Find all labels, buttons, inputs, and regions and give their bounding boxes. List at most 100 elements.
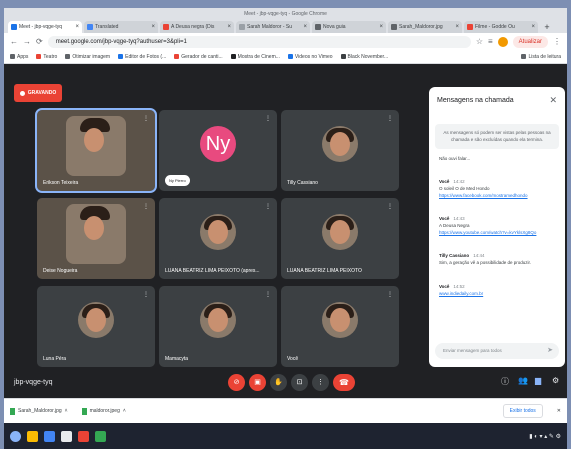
tab-strip: Meet - jbp-vqge-tyq × Translated × A Deusa n… (4, 20, 567, 33)
participant-tile[interactable]: Deise Nogueira ⋮ (37, 198, 155, 279)
bookmark-item[interactable]: Videos no Vimeo (287, 53, 333, 60)
bookmark-item[interactable]: Apps (10, 54, 28, 60)
chat-time: 14:44 (473, 253, 485, 258)
chat-message: Você 14:52 www.indiedaily.com.br (439, 283, 557, 297)
bookmark-item[interactable]: Gerador de canti... (174, 53, 223, 60)
forward-icon[interactable]: → (23, 37, 31, 46)
chat-sender-name: Você (439, 284, 450, 289)
participant-tile[interactable]: LUANA BEATRIZ LIMA PEIXOTO ⋮ (281, 198, 399, 279)
browser-tab[interactable]: Sarah Maldoror - Su × (236, 21, 310, 33)
participant-avatar (322, 126, 358, 163)
extensions-icon[interactable]: ≡ (488, 37, 493, 46)
tab-close-icon[interactable]: × (531, 24, 535, 30)
launcher-icon[interactable] (10, 430, 21, 442)
store-icon[interactable] (61, 430, 72, 442)
avatar-face (208, 220, 228, 245)
tab-close-icon[interactable]: × (227, 24, 231, 30)
participant-tile[interactable]: Ny Ny Pierro ⋮ (159, 110, 277, 191)
participant-tile[interactable]: Erikson Teixeira ⋮ (35, 108, 157, 193)
mic-off-button[interactable]: ⊘ (228, 374, 245, 391)
participant-tile[interactable]: LUANA BEATRIZ LIMA PEIXOTO (apres... ⋮ (159, 198, 277, 279)
present-button[interactable]: ⊡ (291, 374, 308, 391)
chevron-up-icon[interactable]: ˄ (65, 408, 68, 414)
tab-close-icon[interactable]: × (75, 24, 79, 30)
bookmark-label: Black November... (347, 53, 389, 60)
chat-icon[interactable]: ▆ (535, 376, 541, 385)
system-tray[interactable]: ▮ ◐ ▾ ▴ ✎ ⚙ (529, 433, 561, 440)
url-field[interactable]: meet.google.com/jbp-vqge-tyq?authuser=3&… (47, 35, 471, 48)
reload-icon[interactable]: ⟳ (36, 37, 43, 46)
bookmark-icon (287, 54, 293, 59)
tab-close-icon[interactable]: × (151, 24, 155, 30)
avatar-face (330, 220, 350, 245)
image-file-icon (10, 407, 15, 415)
browser-tab[interactable]: A Deusa negra (Dis × (160, 21, 234, 33)
mic-icon: ⋮ (265, 204, 271, 210)
new-tab-button[interactable]: + (540, 21, 554, 33)
download-item[interactable]: Sarah_Maldoror.jpg ˄ (10, 407, 68, 415)
participant-name: Mamacyta (165, 356, 189, 362)
bookmark-item[interactable]: Otimizar imagem (65, 54, 110, 60)
files-icon[interactable] (27, 430, 38, 442)
participant-name: LUANA BEATRIZ LIMA PEIXOTO (apres... (165, 268, 260, 274)
close-downloads-icon[interactable]: ✕ (557, 408, 561, 414)
participant-initial-avatar: Ny (200, 126, 236, 163)
chat-link[interactable]: https://www.youtube.com/watch?v=kvYklsXg… (439, 229, 557, 236)
chat-sender-name: Você (439, 216, 450, 221)
bookmark-item[interactable]: Mostra de Cinem... (230, 54, 280, 60)
participant-name-chip: Ny Pierro (165, 175, 190, 186)
browser-tab[interactable]: Nova guia × (312, 21, 386, 33)
tray-icons: ▮ ◐ ▾ ▴ ✎ ⚙ (529, 433, 561, 440)
browser-tab[interactable]: Sarah_Maldoror.jpg × (388, 21, 462, 33)
bookmark-label: Videos no Vimeo (294, 53, 333, 60)
mic-icon: ⋮ (387, 116, 393, 122)
people-icon[interactable]: 👥 (518, 376, 528, 385)
tab-close-icon[interactable]: × (379, 24, 383, 30)
tab-favicon-icon (239, 24, 245, 30)
participant-avatar (66, 204, 126, 265)
send-icon[interactable]: ➤ (547, 346, 553, 354)
avatar-face (84, 128, 104, 153)
avatar-face (330, 132, 350, 157)
activities-icon[interactable]: ⚙ (552, 376, 559, 385)
back-icon[interactable]: ← (10, 37, 18, 46)
bookmark-item[interactable]: Teatro (36, 54, 57, 60)
camera-off-button[interactable]: ▣ (249, 374, 266, 391)
close-icon[interactable]: ✕ (549, 95, 557, 106)
tab-close-icon[interactable]: × (303, 24, 307, 30)
chevron-up-icon[interactable]: ˄ (123, 408, 126, 414)
bookmark-item[interactable]: Lista de leitura (521, 54, 561, 60)
bookmark-item[interactable]: Black November... (340, 53, 389, 60)
tab-favicon-icon (391, 24, 397, 30)
browser-tab[interactable]: Meet - jbp-vqge-tyq × (8, 21, 82, 33)
tab-label: Nova guia (323, 24, 346, 30)
star-icon[interactable]: ☆ (476, 37, 483, 46)
raise-hand-button[interactable]: ✋ (270, 374, 287, 391)
participant-tile[interactable]: Mamacyta ⋮ (159, 286, 277, 367)
browser-tab[interactable]: Translated × (84, 21, 158, 33)
avatar-face (86, 308, 106, 333)
chat-link[interactable]: https://www.facebook.com/mostramedhondo (439, 192, 557, 199)
chat-text: Sim, a geração vê a possibilidade de pro… (439, 260, 532, 265)
tab-close-icon[interactable]: × (455, 24, 459, 30)
sheets-icon[interactable] (95, 430, 106, 442)
browser-tab[interactable]: Filme - Godde Ou × (464, 21, 538, 33)
bookmark-item[interactable]: Editor de Fotos (... (118, 54, 166, 60)
download-item[interactable]: maldoror.jpeg ˄ (81, 407, 126, 415)
more-options-button[interactable]: ⋮ (312, 374, 329, 391)
participant-tile[interactable]: Você ⋮ (281, 286, 399, 367)
profile-avatar[interactable] (497, 36, 508, 47)
participant-tile[interactable]: Luna Péra ⋮ (37, 286, 155, 367)
bookmark-label: Gerador de canti... (181, 53, 223, 60)
participant-tile[interactable]: Tilly Cassiano ⋮ (281, 110, 399, 191)
chat-link[interactable]: www.indiedaily.com.br (439, 290, 557, 297)
leave-call-button[interactable]: ☎ (333, 374, 355, 391)
bookmark-label: Apps (17, 53, 29, 60)
chat-input[interactable]: Enviar mensagem para todos (435, 343, 559, 359)
info-icon[interactable]: ⓘ (501, 376, 509, 387)
update-button[interactable]: Atualizar (512, 35, 548, 48)
folder-icon[interactable] (44, 430, 55, 442)
chrome-icon[interactable] (78, 430, 89, 442)
show-all-downloads-button[interactable]: Exibir todos (502, 404, 543, 418)
menu-icon[interactable]: ⋮ (553, 37, 561, 46)
